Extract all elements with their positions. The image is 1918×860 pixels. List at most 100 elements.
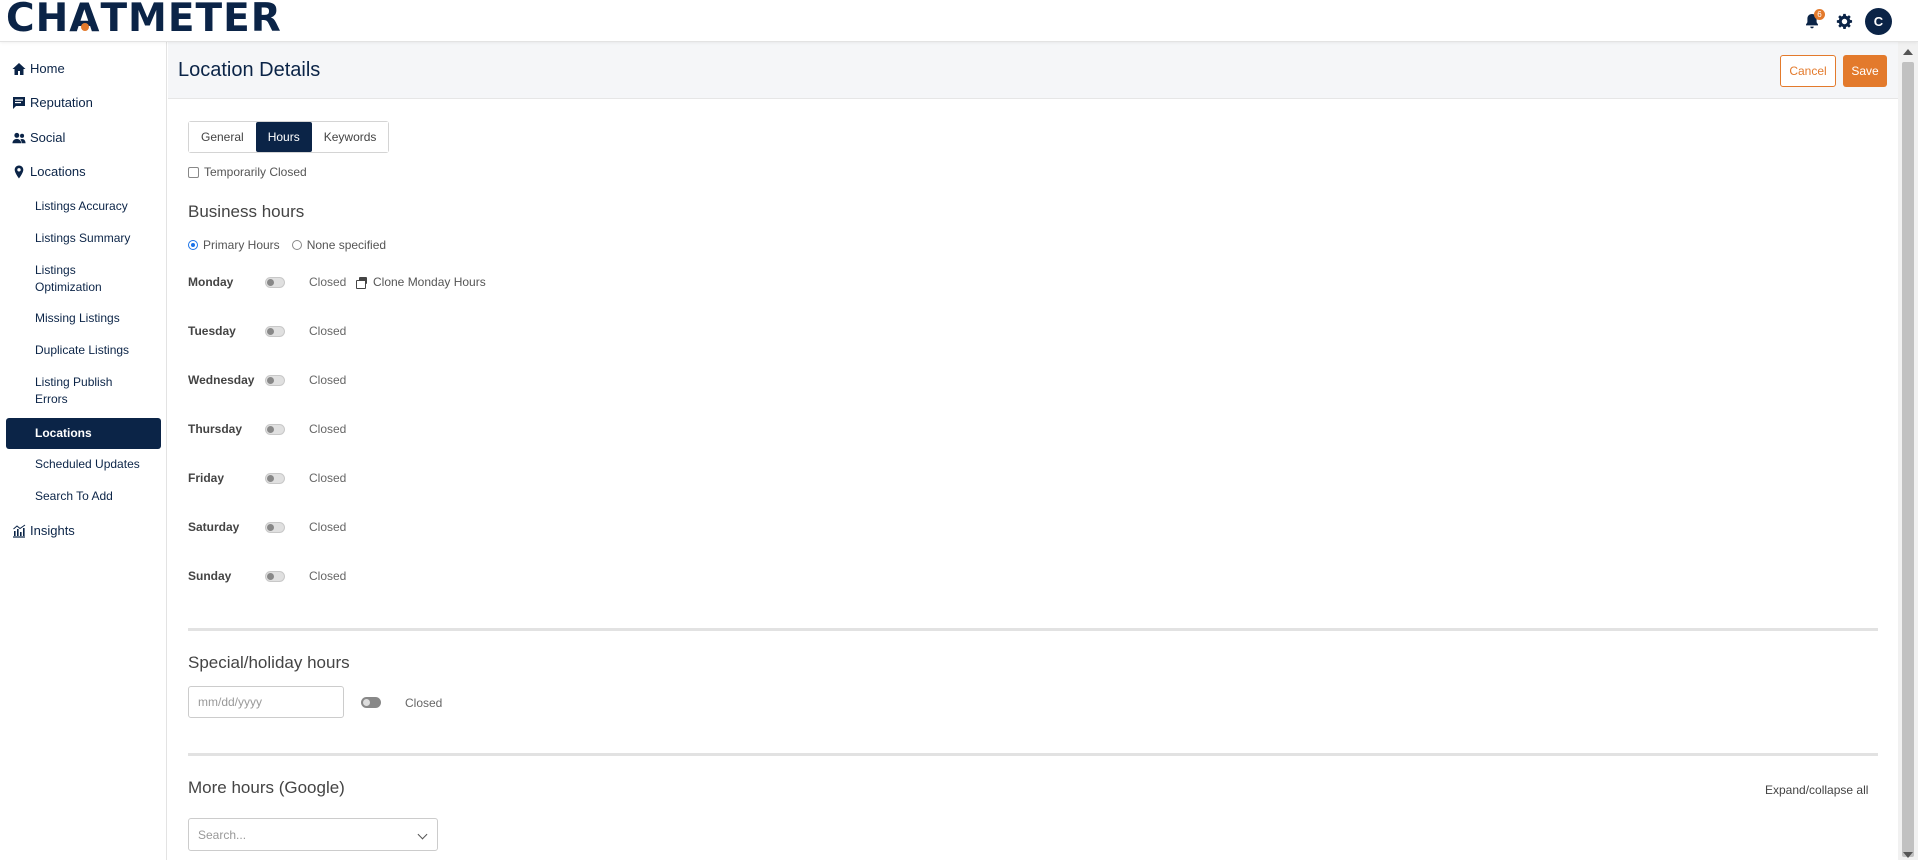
primary-hours-radio[interactable] (188, 240, 198, 250)
temporarily-closed-checkbox[interactable] (188, 166, 199, 178)
expand-collapse-all-link[interactable]: Expand/collapse all (1765, 783, 1868, 797)
day-status: Closed (309, 275, 347, 289)
sidebar-item-search-to-add[interactable]: Search To Add (35, 488, 155, 505)
save-button[interactable]: Save (1843, 55, 1887, 87)
cancel-button[interactable]: Cancel (1780, 55, 1836, 87)
sidebar-item-locations-sub[interactable]: Locations (6, 418, 161, 449)
notification-badge: 6 (1814, 8, 1825, 20)
day-row-sunday: Sunday Closed (188, 566, 588, 586)
temporarily-closed-label: Temporarily Closed (204, 165, 307, 179)
day-status: Closed (309, 324, 347, 338)
scrollbar[interactable] (1898, 42, 1918, 860)
scrollbar-thumb[interactable] (1902, 62, 1914, 857)
sidebar-item-duplicate-listings[interactable]: Duplicate Listings (35, 342, 155, 359)
content-header: Location Details Cancel Save (168, 42, 1898, 99)
none-specified-radio[interactable] (291, 240, 302, 250)
day-status: Closed (309, 373, 347, 387)
sidebar-item-label: Locations (30, 164, 86, 179)
sidebar-item-listings-summary[interactable]: Listings Summary (35, 230, 155, 247)
day-name: Wednesday (188, 373, 255, 387)
page-title: Location Details (178, 59, 321, 81)
sidebar-item-scheduled-updates[interactable]: Scheduled Updates (35, 456, 155, 473)
special-date-input[interactable]: mm/dd/yyyy (188, 686, 344, 718)
primary-hours-label: Primary Hours (203, 238, 280, 252)
copy-icon (356, 276, 368, 289)
none-specified-label: None specified (306, 238, 387, 252)
tab-hours[interactable]: Hours (255, 122, 312, 152)
sidebar-item-home[interactable]: Home (12, 61, 65, 76)
home-icon (12, 62, 26, 75)
logo-text-end: TMETER (100, 0, 282, 41)
none-specified-option[interactable]: None specified (291, 238, 387, 252)
day-status: Closed (309, 569, 347, 583)
logo-accent-dot (80, 23, 89, 31)
day-name: Saturday (188, 520, 240, 534)
chevron-down-icon (417, 829, 428, 840)
clone-label: Clone Monday Hours (373, 275, 486, 289)
day-name: Tuesday (188, 324, 236, 338)
day-status: Closed (309, 422, 347, 436)
day-row-monday: Monday Closed Clone Monday Hours (188, 272, 588, 292)
open-closed-toggle[interactable] (265, 571, 285, 582)
sidebar-item-label: Insights (30, 523, 75, 538)
search-placeholder: Search... (198, 827, 247, 842)
detail-tabs: General Hours Keywords (188, 121, 390, 153)
more-hours-title: More hours (Google) (188, 778, 345, 797)
business-hours-title: Business hours (188, 202, 305, 221)
day-row-tuesday: Tuesday Closed (188, 321, 588, 341)
sidebar-item-listings-accuracy[interactable]: Listings Accuracy (35, 198, 155, 215)
day-row-wednesday: Wednesday Closed (188, 370, 588, 390)
top-bar: CHA TMETER 6 C (0, 0, 1918, 42)
day-status: Closed (309, 471, 347, 485)
users-icon (12, 132, 26, 143)
day-row-friday: Friday Closed (188, 468, 588, 488)
chart-icon (13, 524, 26, 538)
section-divider (188, 628, 1878, 631)
message-icon (13, 96, 25, 109)
day-status: Closed (309, 520, 347, 534)
sidebar-item-missing-listings[interactable]: Missing Listings (35, 310, 155, 327)
special-hours-title: Special/holiday hours (188, 653, 350, 672)
day-name: Monday (188, 275, 234, 289)
open-closed-toggle[interactable] (265, 522, 285, 533)
logo-letter-a: A (69, 0, 100, 40)
day-name: Friday (188, 471, 225, 485)
gear-icon[interactable] (1833, 11, 1855, 33)
logo-a-text: A (69, 0, 101, 41)
open-closed-toggle[interactable] (265, 277, 285, 288)
bell-icon[interactable]: 6 (1801, 8, 1825, 33)
sidebar: Home Reputation Social Locations Listing… (0, 42, 167, 860)
sidebar-item-label: Reputation (30, 95, 93, 110)
sidebar-item-locations[interactable]: Locations (12, 164, 86, 179)
day-name: Thursday (188, 422, 243, 436)
sidebar-item-reputation[interactable]: Reputation (12, 95, 93, 110)
clone-monday-hours-button[interactable]: Clone Monday Hours (356, 275, 486, 289)
top-actions: 6 C (1801, 8, 1892, 35)
tab-general[interactable]: General (189, 122, 256, 152)
day-name: Sunday (188, 569, 232, 583)
sidebar-item-listing-publish-errors[interactable]: Listing Publish Errors (35, 374, 155, 408)
open-closed-toggle[interactable] (265, 424, 285, 435)
scroll-up-arrow[interactable] (1903, 49, 1913, 55)
section-divider (188, 753, 1878, 756)
tab-keywords[interactable]: Keywords (311, 122, 389, 152)
day-row-saturday: Saturday Closed (188, 517, 588, 537)
chatmeter-logo[interactable]: CHA TMETER (6, 0, 282, 40)
sidebar-item-insights[interactable]: Insights (12, 523, 75, 538)
open-closed-toggle[interactable] (265, 326, 285, 337)
more-hours-search-select[interactable]: Search... (188, 818, 438, 851)
open-closed-toggle[interactable] (265, 375, 285, 386)
map-pin-icon (14, 165, 24, 178)
hours-type-radio-group: Primary Hours None specified (188, 238, 398, 252)
day-row-thursday: Thursday Closed (188, 419, 588, 439)
primary-hours-option[interactable]: Primary Hours (188, 238, 280, 252)
special-hours-toggle[interactable] (361, 697, 381, 708)
sidebar-item-listings-optimization[interactable]: Listings Optimization (35, 262, 155, 296)
special-hours-status: Closed (405, 696, 443, 710)
open-closed-toggle[interactable] (265, 473, 285, 484)
avatar[interactable]: C (1865, 8, 1892, 35)
sidebar-item-label: Home (30, 61, 65, 76)
sidebar-item-social[interactable]: Social (12, 130, 65, 145)
logo-text-start: CH (6, 0, 70, 41)
scroll-down-arrow[interactable] (1903, 852, 1913, 858)
